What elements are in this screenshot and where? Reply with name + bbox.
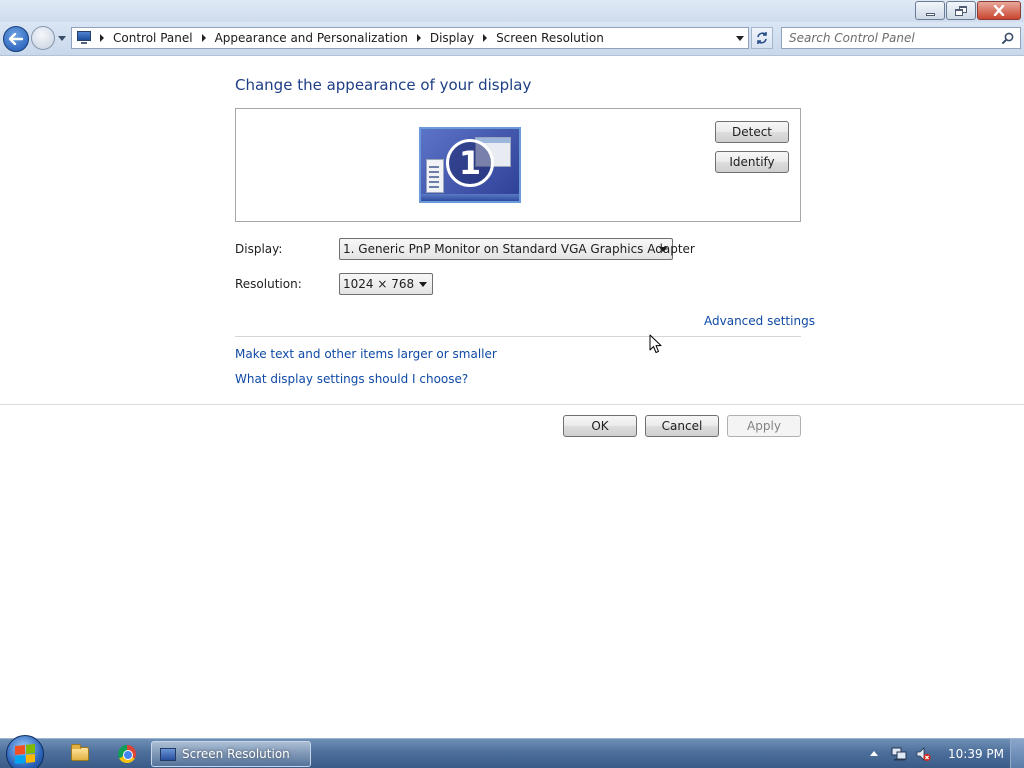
navigation-bar: Control Panel Appearance and Personaliza… bbox=[0, 22, 1024, 56]
refresh-button[interactable] bbox=[751, 27, 773, 49]
breadcrumb-control-panel[interactable]: Control Panel bbox=[113, 31, 193, 45]
chevron-down-icon bbox=[659, 247, 667, 252]
display-select[interactable]: 1. Generic PnP Monitor on Standard VGA G… bbox=[339, 238, 695, 260]
breadcrumb-appearance[interactable]: Appearance and Personalization bbox=[215, 31, 408, 45]
apply-button[interactable]: Apply bbox=[727, 415, 801, 437]
chrome-icon bbox=[118, 745, 136, 763]
display-label: Display: bbox=[235, 242, 283, 256]
back-arrow-icon bbox=[9, 33, 23, 45]
breadcrumb-arrow-icon[interactable] bbox=[201, 34, 206, 42]
search-icon[interactable] bbox=[1002, 32, 1014, 44]
show-hidden-icons-icon[interactable] bbox=[870, 751, 878, 756]
breadcrumb-screen-resolution[interactable]: Screen Resolution bbox=[496, 31, 604, 45]
monitor-arrangement-panel: 1 Detect Identify bbox=[235, 108, 801, 222]
search-input[interactable] bbox=[789, 29, 989, 47]
address-bar[interactable]: Control Panel Appearance and Personaliza… bbox=[71, 27, 749, 49]
close-button[interactable] bbox=[977, 1, 1021, 20]
search-box[interactable] bbox=[781, 27, 1021, 49]
breadcrumb-display[interactable]: Display bbox=[430, 31, 474, 45]
recent-pages-dropdown-icon[interactable] bbox=[58, 36, 66, 41]
back-button[interactable] bbox=[3, 26, 29, 52]
explorer-pinned-button[interactable] bbox=[58, 742, 102, 766]
control-panel-icon bbox=[76, 31, 92, 45]
text-size-link[interactable]: Make text and other items larger or smal… bbox=[235, 347, 497, 361]
forward-button[interactable] bbox=[31, 26, 55, 50]
monitor-taskbar-graphic bbox=[421, 194, 519, 201]
divider bbox=[235, 336, 801, 337]
volume-muted-icon[interactable] bbox=[915, 746, 931, 762]
display-settings-help-link[interactable]: What display settings should I choose? bbox=[235, 372, 468, 386]
divider bbox=[0, 404, 1024, 405]
display-select-value: 1. Generic PnP Monitor on Standard VGA G… bbox=[343, 242, 695, 256]
monitor-1-tile[interactable]: 1 bbox=[419, 127, 521, 203]
advanced-settings-link[interactable]: Advanced settings bbox=[704, 314, 815, 328]
display-icon bbox=[160, 747, 176, 761]
page-title: Change the appearance of your display bbox=[235, 76, 532, 94]
taskbar-clock[interactable]: 10:39 PM bbox=[948, 747, 1004, 761]
breadcrumb-arrow-icon[interactable] bbox=[483, 34, 488, 42]
breadcrumb-arrow-icon[interactable] bbox=[416, 34, 421, 42]
monitor-number-badge: 1 bbox=[446, 139, 494, 187]
caption-buttons bbox=[915, 1, 1021, 20]
minimize-button[interactable] bbox=[915, 1, 945, 20]
taskbar-item-label: Screen Resolution bbox=[182, 747, 290, 761]
taskbar-item-screen-resolution[interactable]: Screen Resolution bbox=[151, 741, 311, 767]
chrome-pinned-button[interactable] bbox=[105, 742, 149, 766]
network-icon[interactable] bbox=[891, 747, 907, 761]
close-icon bbox=[993, 5, 1005, 16]
chevron-down-icon bbox=[419, 282, 427, 287]
address-history-dropdown-icon[interactable] bbox=[736, 36, 744, 41]
title-bar bbox=[0, 0, 1024, 22]
identify-button[interactable]: Identify bbox=[715, 151, 789, 173]
ok-button[interactable]: OK bbox=[563, 415, 637, 437]
restore-icon bbox=[955, 5, 967, 16]
restore-button[interactable] bbox=[946, 1, 976, 20]
windows-logo-icon bbox=[15, 743, 35, 765]
resolution-select[interactable]: 1024 × 768 bbox=[339, 273, 433, 295]
refresh-icon bbox=[757, 32, 767, 44]
resolution-label: Resolution: bbox=[235, 277, 302, 291]
start-button[interactable] bbox=[6, 735, 44, 768]
breadcrumb-arrow-icon[interactable] bbox=[100, 34, 104, 42]
show-desktop-button[interactable] bbox=[1010, 739, 1024, 768]
minimize-icon bbox=[925, 12, 935, 16]
detect-button[interactable]: Detect bbox=[715, 121, 789, 143]
cancel-button[interactable]: Cancel bbox=[645, 415, 719, 437]
folder-icon bbox=[71, 744, 89, 761]
resolution-select-value: 1024 × 768 bbox=[343, 277, 415, 291]
taskbar: Screen Resolution 10:39 PM bbox=[0, 735, 1024, 768]
mouse-pointer-icon bbox=[649, 334, 662, 353]
monitor-window-graphic bbox=[426, 159, 444, 193]
